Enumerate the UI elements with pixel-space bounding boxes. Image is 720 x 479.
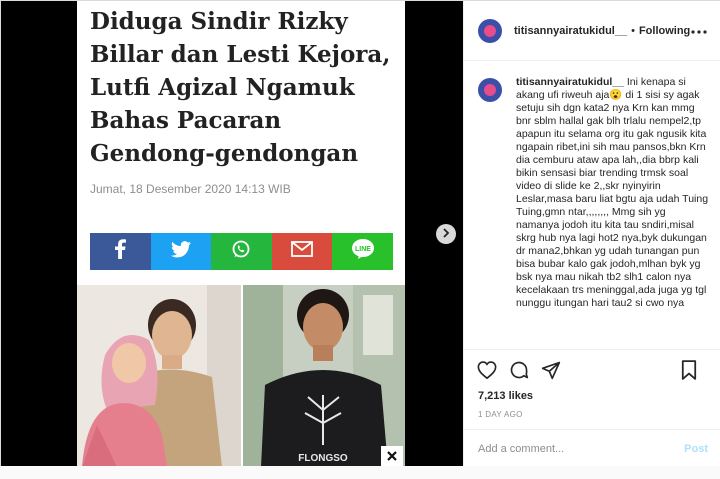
facebook-share-button: [90, 233, 151, 270]
caption-text: Ini kenapa si akang ufi riweuh aja😮 di 1…: [516, 76, 709, 309]
line-share-button: LINE: [332, 233, 393, 270]
post-actions: 7,213 likes 1 DAY AGO: [464, 349, 720, 429]
bookmark-icon[interactable]: [678, 359, 700, 381]
more-icon[interactable]: [691, 21, 707, 37]
like-count[interactable]: 7,213 likes: [464, 390, 720, 402]
action-icons: [464, 350, 720, 390]
following-button[interactable]: Following: [639, 25, 690, 37]
avatar[interactable]: [478, 18, 502, 43]
email-icon: [291, 241, 313, 262]
twitter-icon: [170, 240, 191, 263]
comment-input[interactable]: [478, 442, 685, 455]
close-ad-button[interactable]: [381, 446, 403, 466]
page-bottom-strip: [0, 466, 720, 479]
add-comment-bar: Post: [464, 429, 720, 467]
facebook-icon: [114, 239, 127, 264]
comment-icon[interactable]: [508, 359, 530, 381]
post-comment-button[interactable]: Post: [684, 443, 708, 455]
instagram-post: Diduga Sindir Rizky Billar dan Lesti Kej…: [0, 0, 720, 467]
separator-dot: •: [631, 24, 635, 37]
whatsapp-icon: [231, 239, 251, 264]
line-icon-label: LINE: [355, 246, 371, 253]
close-icon: [387, 448, 397, 464]
caption-username[interactable]: titisannyairatukidul__: [516, 76, 624, 88]
share-icon[interactable]: [540, 359, 562, 381]
shirt-text: FLONGSO: [298, 453, 348, 464]
caption-text-block: titisannyairatukidul__ Ini kenapa si aka…: [516, 76, 710, 310]
post-header: titisannyairatukidul__ • Following: [464, 1, 720, 61]
share-buttons: LINE: [90, 233, 393, 270]
next-slide-button[interactable]: [436, 224, 456, 244]
post-sidebar: titisannyairatukidul__ • Following titis…: [463, 1, 720, 467]
caption-comment: titisannyairatukidul__ Ini kenapa si aka…: [478, 76, 710, 310]
news-article-screenshot: Diduga Sindir Rizky Billar dan Lesti Kej…: [77, 1, 405, 467]
header-username[interactable]: titisannyairatukidul__: [514, 25, 627, 37]
whatsapp-share-button: [211, 233, 272, 270]
heart-icon[interactable]: [476, 359, 498, 381]
email-share-button: [271, 233, 333, 270]
caption-area[interactable]: titisannyairatukidul__ Ini kenapa si aka…: [464, 62, 720, 347]
post-timestamp[interactable]: 1 DAY AGO: [464, 410, 720, 419]
post-media[interactable]: Diduga Sindir Rizky Billar dan Lesti Kej…: [1, 1, 463, 467]
article-headline: Diduga Sindir Rizky Billar dan Lesti Kej…: [90, 8, 391, 167]
man-photo: FLONGSO: [243, 285, 405, 467]
chevron-right-icon: [441, 225, 451, 243]
twitter-share-button: [150, 233, 212, 270]
article-date: Jumat, 18 Desember 2020 14:13 WIB: [90, 182, 291, 196]
couple-photo: [77, 285, 241, 467]
article-photos: FLONGSO: [77, 285, 405, 467]
avatar[interactable]: [478, 78, 502, 102]
line-icon: LINE: [351, 238, 375, 265]
